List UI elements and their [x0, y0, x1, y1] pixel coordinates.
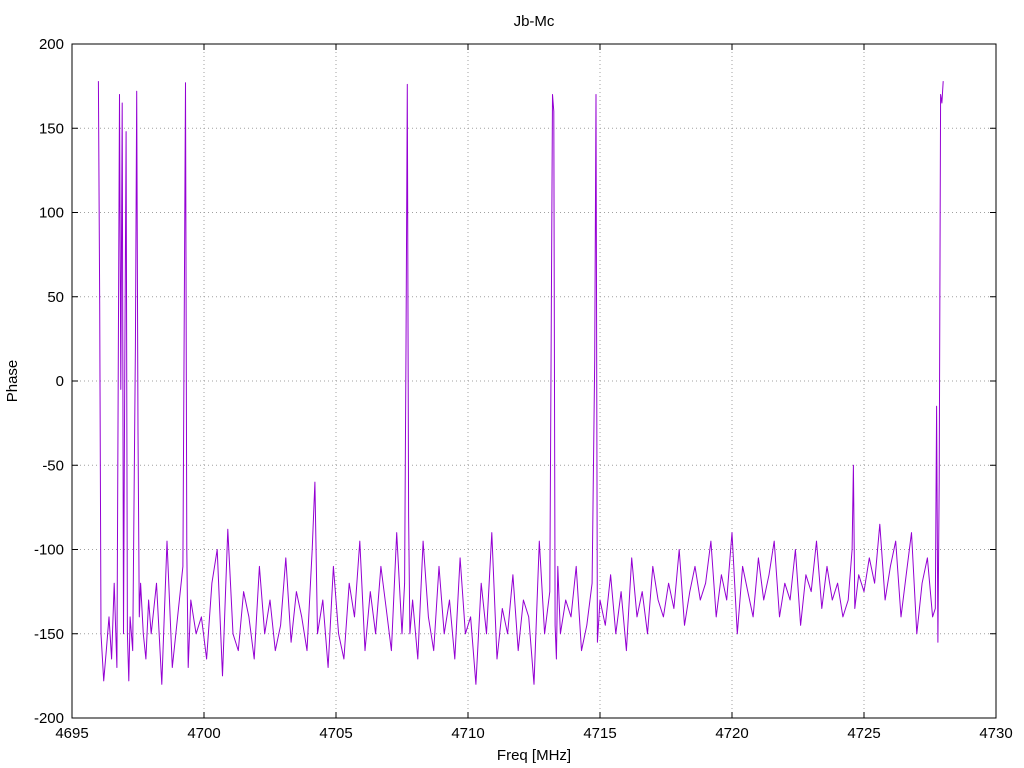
y-tick-label: -100 [34, 542, 64, 559]
x-tick-label: 4710 [451, 725, 484, 742]
y-tick-label: 100 [39, 205, 64, 222]
x-tick-label: 4715 [583, 725, 616, 742]
y-tick-label: 50 [47, 289, 64, 306]
y-tick-label: -150 [34, 626, 64, 643]
x-tick-label: 4730 [979, 725, 1012, 742]
chart-title: Jb-Mc [514, 13, 555, 30]
x-tick-label: 4705 [319, 725, 352, 742]
x-tick-label: 4700 [187, 725, 220, 742]
y-tick-label: 0 [56, 373, 64, 390]
y-tick-label: -50 [42, 457, 64, 474]
grid-lines [72, 44, 996, 718]
plot-frame [71, 43, 997, 719]
y-axis-label: Phase [4, 360, 21, 403]
y-tick-label: 150 [39, 120, 64, 137]
phase-chart: 4695 4700 4705 4710 4715 4720 4725 4730 -200 -150… [4, 13, 1013, 764]
x-tick-label: 4720 [715, 725, 748, 742]
series-line-0 [97, 81, 944, 685]
x-tick-label: 4695 [55, 725, 88, 742]
series-layer [97, 81, 944, 685]
axis-ticks: 4695 4700 4705 4710 4715 4720 4725 4730 -200 -150… [34, 36, 1013, 742]
x-tick-label: 4725 [847, 725, 880, 742]
x-axis-label: Freq [MHz] [497, 747, 571, 764]
y-tick-label: -200 [34, 710, 64, 727]
y-tick-label: 200 [39, 36, 64, 53]
